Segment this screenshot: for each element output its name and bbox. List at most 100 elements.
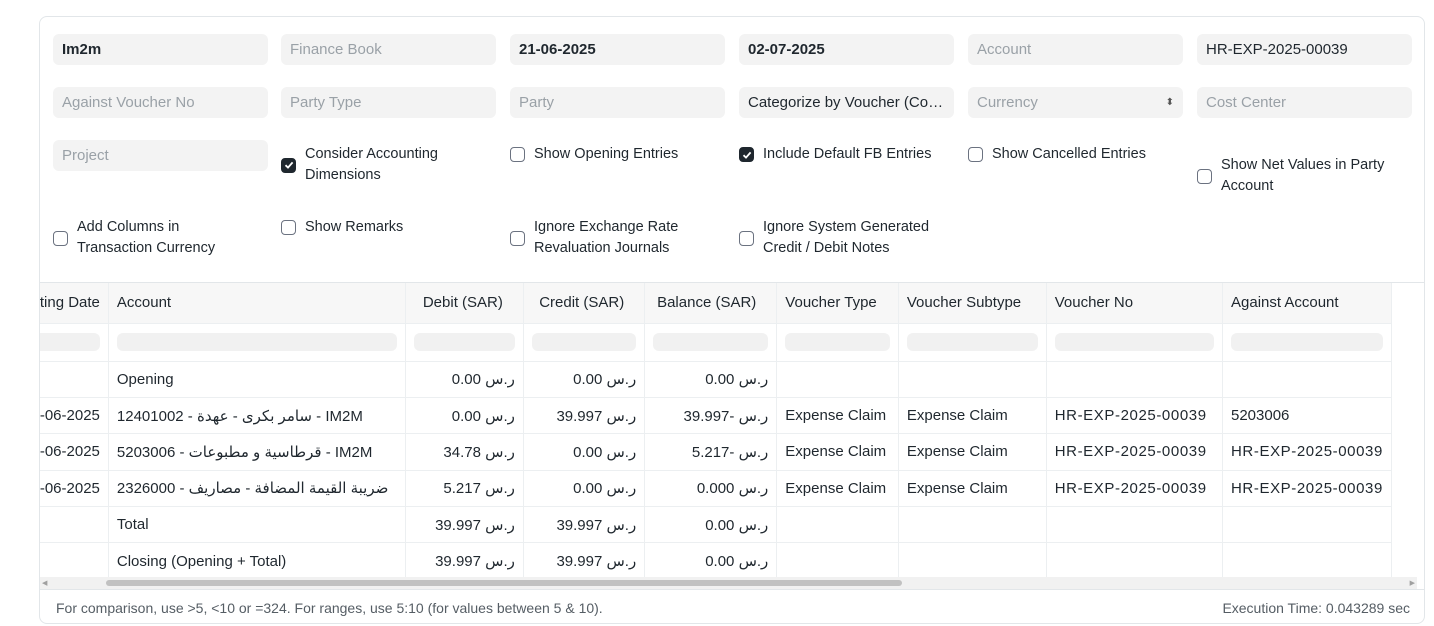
show-remarks-checkbox[interactable]: Show Remarks: [281, 217, 496, 238]
show-cancelled-checkbox[interactable]: Show Cancelled Entries: [968, 144, 1183, 165]
filter-balance[interactable]: [644, 323, 778, 362]
project-field[interactable]: Project: [53, 140, 268, 171]
table-row[interactable]: 21-06-2025 2326000 - ضريبة القيمة المضاف…: [40, 470, 1392, 508]
party-type-field[interactable]: Party Type: [281, 87, 496, 118]
company-field[interactable]: Im2m: [53, 34, 268, 65]
cell-account: 12401002 - سامر بكرى - عهدة - IM2M: [108, 397, 407, 435]
cell-voucher-type: Expense Claim: [776, 470, 899, 508]
horizontal-scrollbar[interactable]: ◀ ▶: [40, 577, 1417, 589]
cell-date: 21-06-2025: [40, 470, 109, 508]
cell-voucher-no: [1046, 506, 1224, 544]
scroll-left-arrow-icon[interactable]: ◀: [42, 579, 47, 587]
cell-against: 5203006: [1222, 397, 1392, 435]
filter-account[interactable]: [108, 323, 407, 362]
add-columns-checkbox[interactable]: Add Columns in Transaction Currency: [53, 217, 268, 259]
party-field[interactable]: Party: [510, 87, 725, 118]
header-voucher-type[interactable]: Voucher Type: [776, 283, 899, 324]
cell-balance: ر.س -5.217: [644, 433, 778, 471]
cell-voucher-subtype: [898, 361, 1047, 398]
cell-voucher-type: [776, 506, 899, 544]
checkbox-unchecked-icon[interactable]: [510, 147, 525, 162]
header-against[interactable]: Against Account: [1222, 283, 1392, 324]
against-voucher-field[interactable]: Against Voucher No: [53, 87, 268, 118]
cell-voucher-type: Expense Claim: [776, 397, 899, 435]
finance-book-field[interactable]: Finance Book: [281, 34, 496, 65]
group-by-value: Categorize by Voucher (Consolidated): [748, 94, 945, 111]
filter-posting-date[interactable]: [40, 323, 109, 362]
checkbox-checked-icon[interactable]: [739, 147, 754, 162]
table-row-closing[interactable]: Closing (Opening + Total) 39.997 ر.س 39.…: [40, 542, 1392, 580]
scroll-right-arrow-icon[interactable]: ▶: [1410, 579, 1415, 587]
voucher-no-field[interactable]: HR-EXP-2025-00039: [1197, 34, 1412, 65]
group-by-select[interactable]: Categorize by Voucher (Consolidated): [739, 87, 954, 118]
cell-debit: 5.217 ر.س: [405, 470, 524, 508]
cell-voucher-type: [776, 542, 899, 580]
filter-hint: For comparison, use >5, <10 or =324. For…: [56, 599, 603, 616]
consider-dimensions-checkbox[interactable]: Consider Accounting Dimensions: [281, 144, 496, 186]
cell-voucher-subtype: [898, 542, 1047, 580]
table-row[interactable]: 21-06-2025 12401002 - سامر بكرى - عهدة -…: [40, 397, 1392, 435]
cell-voucher-type: Expense Claim: [776, 433, 899, 471]
table-row-total[interactable]: Total 39.997 ر.س 39.997 ر.س 0.00 ر.س: [40, 506, 1392, 544]
report-table-container: Posting Date Account Debit (SAR) Credit …: [40, 282, 1424, 597]
cost-center-field[interactable]: Cost Center: [1197, 87, 1412, 118]
cell-voucher-no: HR-EXP-2025-00039: [1046, 470, 1224, 508]
cell-credit: 39.997 ر.س: [523, 506, 646, 544]
header-account[interactable]: Account: [108, 283, 407, 324]
table-row[interactable]: 21-06-2025 5203006 - قرطاسية و مطبوعات -…: [40, 433, 1392, 471]
filter-debit[interactable]: [405, 323, 524, 362]
execution-time: Execution Time: 0.043289 sec: [1222, 599, 1410, 616]
checkbox-unchecked-icon[interactable]: [510, 230, 525, 246]
cell-against: [1222, 542, 1392, 580]
cell-debit: 39.997 ر.س: [405, 506, 524, 544]
net-values-checkbox[interactable]: Show Net Values in Party Account: [1197, 155, 1417, 197]
report-card: Im2m Finance Book 21-06-2025 02-07-2025 …: [39, 16, 1425, 624]
include-fb-label: Include Default FB Entries: [763, 146, 932, 162]
header-balance[interactable]: Balance (SAR): [644, 283, 778, 324]
to-date-field[interactable]: 02-07-2025: [739, 34, 954, 65]
company-value: Im2m: [62, 41, 102, 58]
finance-book-placeholder: Finance Book: [290, 41, 382, 58]
net-values-label: Show Net Values in Party Account: [1221, 157, 1385, 194]
checkbox-unchecked-icon[interactable]: [968, 147, 983, 162]
project-placeholder: Project: [62, 147, 109, 164]
cell-credit: 0.00 ر.س: [523, 433, 646, 471]
ignore-system-checkbox[interactable]: Ignore System Generated Credit / Debit N…: [739, 217, 954, 259]
checkbox-unchecked-icon[interactable]: [739, 230, 754, 246]
from-date-value: 21-06-2025: [519, 41, 596, 58]
cell-against: HR-EXP-2025-00039: [1222, 433, 1392, 471]
header-debit[interactable]: Debit (SAR): [405, 283, 524, 324]
filter-voucher-no[interactable]: [1046, 323, 1224, 362]
cell-account: Total: [108, 506, 407, 544]
cell-debit: 0.00 ر.س: [405, 397, 524, 435]
account-field[interactable]: Account: [968, 34, 1183, 65]
checkbox-unchecked-icon[interactable]: [53, 230, 68, 246]
account-placeholder: Account: [977, 41, 1032, 58]
filter-voucher-type[interactable]: [776, 323, 899, 362]
header-voucher-subtype[interactable]: Voucher Subtype: [898, 283, 1047, 324]
cell-balance: 0.00 ر.س: [644, 506, 778, 544]
include-fb-checkbox[interactable]: Include Default FB Entries: [739, 144, 954, 165]
table-row[interactable]: Opening 0.00 ر.س 0.00 ر.س 0.00 ر.س: [40, 361, 1392, 398]
checkbox-checked-icon[interactable]: [281, 157, 296, 173]
checkbox-unchecked-icon[interactable]: [281, 220, 296, 235]
cell-account: Opening: [108, 361, 407, 398]
filter-against[interactable]: [1222, 323, 1392, 362]
voucher-no-value: HR-EXP-2025-00039: [1206, 41, 1348, 58]
checkbox-unchecked-icon[interactable]: [1197, 168, 1212, 184]
currency-select[interactable]: Currency ⬍: [968, 87, 1183, 118]
filter-voucher-subtype[interactable]: [898, 323, 1047, 362]
cell-date: [40, 542, 109, 580]
cell-voucher-subtype: [898, 506, 1047, 544]
report-footer: For comparison, use >5, <10 or =324. For…: [40, 589, 1424, 623]
cell-balance: ر.س -39.997: [644, 397, 778, 435]
header-voucher-no[interactable]: Voucher No: [1046, 283, 1224, 324]
show-opening-checkbox[interactable]: Show Opening Entries: [510, 144, 725, 165]
scrollbar-thumb[interactable]: [106, 580, 902, 586]
from-date-field[interactable]: 21-06-2025: [510, 34, 725, 65]
header-posting-date[interactable]: Posting Date: [40, 283, 109, 324]
filter-credit[interactable]: [523, 323, 646, 362]
header-credit[interactable]: Credit (SAR): [523, 283, 646, 324]
cell-against: [1222, 506, 1392, 544]
ignore-exchange-checkbox[interactable]: Ignore Exchange Rate Revaluation Journal…: [510, 217, 725, 259]
